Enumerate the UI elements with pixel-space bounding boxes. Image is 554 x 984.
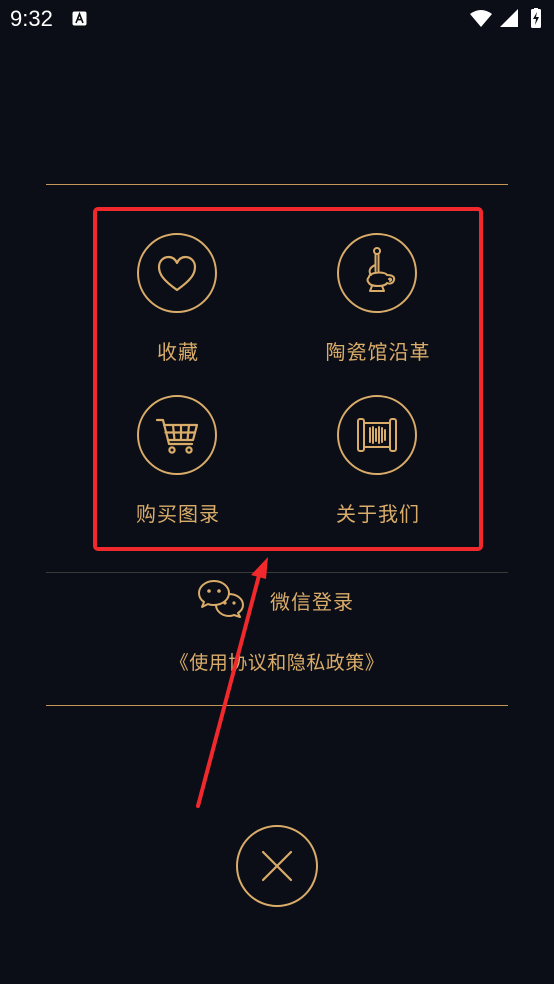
signal-icon xyxy=(500,9,518,27)
menu-item-label: 购买图录 xyxy=(136,502,220,526)
menu-item-about-us[interactable]: 关于我们 xyxy=(278,395,478,535)
notification-a-icon xyxy=(72,11,87,26)
menu-icon-circle xyxy=(337,233,417,313)
menu-item-label: 收藏 xyxy=(157,340,199,364)
wechat-login-label: 微信登录 xyxy=(270,590,354,614)
status-icons xyxy=(470,8,541,28)
menu-item-museum-history[interactable]: 陶瓷馆沿革 xyxy=(278,233,478,373)
menu-item-favorites[interactable]: 收藏 xyxy=(78,233,278,373)
menu-item-label: 陶瓷馆沿革 xyxy=(325,340,431,364)
wifi-icon xyxy=(470,10,492,27)
menu-icon-circle xyxy=(137,233,217,313)
status-time: 9:32 xyxy=(10,6,53,31)
menu-item-label: 关于我们 xyxy=(336,502,420,526)
scroll-icon xyxy=(357,418,397,452)
shopping-cart-icon xyxy=(155,418,199,454)
porcelain-vase-icon xyxy=(366,247,396,292)
divider-bottom xyxy=(46,705,508,706)
battery-charging-icon xyxy=(531,8,541,28)
wechat-icon xyxy=(198,580,244,618)
wechat-login-button[interactable]: 微信登录 xyxy=(196,578,376,618)
terms-privacy-link[interactable]: 《使用协议和隐私政策》 xyxy=(0,648,554,675)
status-bar: 9:32 xyxy=(0,0,554,40)
menu-item-buy-catalog[interactable]: 购买图录 xyxy=(78,395,278,535)
menu-icon-circle xyxy=(337,395,417,475)
menu-icon-circle xyxy=(137,395,217,475)
close-icon xyxy=(261,850,293,882)
heart-icon xyxy=(157,255,197,292)
divider-middle xyxy=(46,572,508,573)
divider-top xyxy=(46,184,508,185)
close-button[interactable] xyxy=(236,825,318,907)
